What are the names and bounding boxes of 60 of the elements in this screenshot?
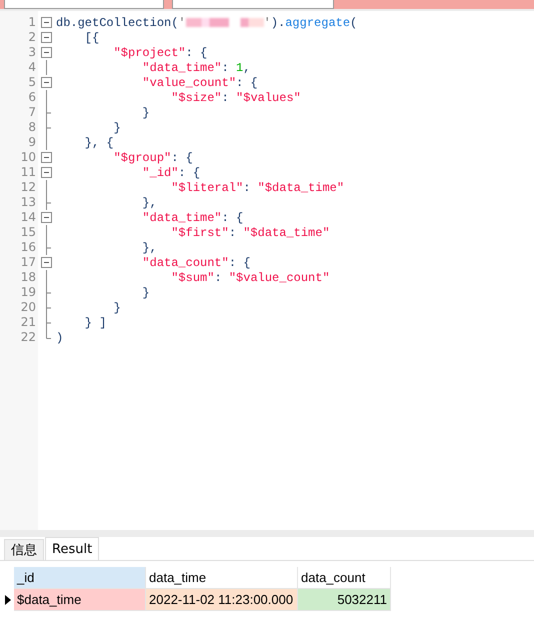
line-number: 2 — [27, 30, 37, 45]
column-header[interactable]: _id — [14, 567, 146, 589]
line-number: 8 — [27, 120, 37, 135]
table-cell: $data_time — [14, 589, 146, 611]
code-line: "data_count": { — [141, 255, 252, 270]
line-number: 20 — [20, 300, 37, 315]
line-number: 22 — [20, 330, 37, 345]
code-line: "$project": { — [112, 45, 208, 60]
code-line: "$first": "$data_time" — [170, 225, 331, 240]
line-number: 12 — [20, 180, 37, 195]
code-line: }, { — [84, 135, 115, 150]
line-number: 4 — [27, 60, 37, 75]
result-tab[interactable]: 信息 — [4, 539, 44, 560]
code-line: "$group": { — [112, 150, 194, 165]
code-line: ) — [56, 330, 64, 345]
code-line: "_id": { — [141, 165, 202, 180]
code-line: db.getCollection(' ').aggregate( — [56, 15, 358, 30]
line-number: 16 — [20, 240, 37, 255]
line-number: 7 — [27, 105, 37, 120]
line-number: 9 — [27, 135, 37, 150]
line-number: 17 — [20, 255, 37, 270]
fold-toggle-icon[interactable] — [41, 152, 52, 163]
line-number: 6 — [27, 90, 37, 105]
code-line: }, — [141, 195, 158, 210]
code-line: "$size": "$values" — [170, 90, 302, 105]
line-number: 1 — [27, 15, 37, 30]
fold-toggle-icon[interactable] — [41, 167, 52, 178]
fold-toggle-icon[interactable] — [41, 77, 52, 88]
code-line: [{ — [84, 30, 100, 45]
fold-toggle-icon[interactable] — [41, 257, 52, 268]
column-header[interactable]: data_time — [146, 567, 298, 589]
code-line: } — [141, 105, 151, 120]
code-line: } — [141, 285, 151, 300]
line-number: 19 — [20, 285, 37, 300]
line-number: 10 — [20, 150, 37, 165]
code-line: "data_time": { — [141, 210, 244, 225]
line-number: 15 — [20, 225, 37, 240]
line-number: 5 — [27, 75, 37, 90]
fold-toggle-icon[interactable] — [41, 212, 52, 223]
code-line: } — [112, 120, 122, 135]
result-tab[interactable]: Result — [45, 537, 100, 560]
table-cell: 2022-11-02 11:23:00.000 — [146, 589, 298, 611]
fold-toggle-icon[interactable] — [41, 32, 52, 43]
line-number: 14 — [20, 210, 37, 225]
code-line: "data_time": 1, — [141, 60, 252, 75]
code-line: } ] — [84, 315, 108, 330]
code-line: "$sum": "$value_count" — [170, 270, 331, 285]
table-cell: 5032211 — [298, 589, 391, 611]
line-number: 18 — [20, 270, 37, 285]
line-number: 21 — [20, 315, 37, 330]
fold-toggle-icon[interactable] — [41, 47, 52, 58]
code-line: } — [112, 300, 122, 315]
line-number: 13 — [20, 195, 37, 210]
code-line: "value_count": { — [141, 75, 259, 90]
column-header[interactable]: data_count — [298, 567, 391, 589]
fold-toggle-icon[interactable] — [41, 17, 52, 28]
line-number: 3 — [27, 45, 37, 60]
code-line: "$literal": "$data_time" — [170, 180, 346, 195]
line-number: 11 — [20, 165, 37, 180]
code-line: }, — [141, 240, 158, 255]
